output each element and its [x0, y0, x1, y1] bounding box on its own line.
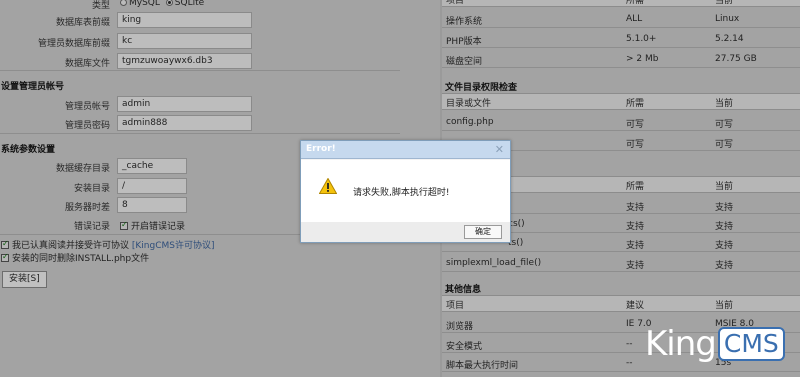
db-file-label: 数据库文件 [64, 59, 110, 69]
warning-icon [319, 178, 337, 194]
logo-text-cms: CMS [717, 327, 785, 361]
db-type-label: 类型 [91, 1, 110, 11]
dialog-titlebar[interactable]: Error! ✕ [301, 141, 510, 159]
admin-prefix-input[interactable]: kc [117, 33, 252, 49]
env-col-current: 当前 [715, 0, 734, 6]
error-log-checkbox-label: 开启错误记录 [131, 222, 186, 232]
admin-prefix-row: 管理员数据库前缀 kc [0, 32, 440, 50]
other-info-title: 其他信息 [445, 285, 482, 295]
dialog-footer: 确定 [301, 222, 510, 242]
ok-button[interactable]: 确定 [464, 225, 502, 239]
sqlite-radio-label: SQLite [174, 0, 205, 8]
kingcms-logo: King CMS [645, 322, 785, 366]
dialog-message: 请求失败,脚本执行超时! [353, 188, 450, 198]
db-file-input[interactable]: tgmzuwoaywx6.db3 [117, 53, 252, 69]
license-link[interactable]: [KingCMS许可协议] [132, 241, 215, 251]
table-row: simplexml_load_file() 支持 支持 [442, 254, 800, 272]
cache-dir-label: 数据缓存目录 [55, 164, 110, 174]
agree-checkbox[interactable] [1, 239, 9, 249]
agree-text: 我已认真阅读并接受许可协议 [12, 241, 130, 251]
env-table-header: 项目 所需 当前 [442, 0, 800, 7]
db-file-row: 数据库文件 tgmzuwoaywx6.db3 [0, 52, 440, 70]
delete-install-row: 安装的同时删除INSTALL.php文件 [1, 251, 149, 264]
admin-password-row: 管理员密码 admin888 [0, 114, 440, 132]
table-row: 磁盘空间 > 2 Mb 27.75 GB [442, 50, 800, 68]
delete-install-checkbox[interactable] [1, 252, 9, 262]
table-prefix-label: 数据库表前缀 [55, 18, 110, 28]
error-log-label: 错误记录 [73, 222, 110, 232]
dialog-title: Error! [306, 144, 336, 154]
perms-title: 文件目录权限检查 [445, 83, 518, 93]
mysql-radio-label: MySQL [129, 0, 160, 8]
perms-table-header: 目录或文件 所需 当前 [442, 93, 800, 110]
cache-dir-input[interactable]: _cache [117, 158, 187, 174]
close-icon[interactable]: ✕ [495, 143, 504, 156]
install-dir-input[interactable]: / [117, 178, 187, 194]
admin-password-label: 管理员密码 [64, 121, 110, 131]
env-col-item: 项目 [446, 0, 465, 6]
mysql-radio[interactable] [120, 0, 127, 6]
env-col-required: 所需 [626, 0, 645, 6]
table-row: config.php 可写 可写 [442, 113, 800, 131]
error-dialog: Error! ✕ 请求失败,脚本执行超时! 确定 [300, 140, 511, 243]
dialog-body: 请求失败,脚本执行超时! [301, 160, 510, 222]
timezone-input[interactable]: 8 [117, 197, 187, 213]
admin-account-row: 管理员帐号 admin [0, 95, 440, 113]
table-prefix-row: 数据库表前缀 king [0, 11, 440, 29]
install-button[interactable]: 安装[S] [2, 271, 47, 288]
error-log-checkbox[interactable] [120, 220, 128, 230]
admin-account-label: 管理员帐号 [64, 102, 110, 112]
delete-install-text: 安装的同时删除INSTALL.php文件 [12, 254, 150, 264]
table-prefix-input[interactable]: king [117, 12, 252, 28]
divider [0, 133, 400, 134]
divider [0, 70, 400, 71]
admin-account-input[interactable]: admin [117, 96, 252, 112]
admin-section-title: 设置管理员帐号 [1, 82, 65, 92]
admin-password-input[interactable]: admin888 [117, 115, 252, 131]
admin-prefix-label: 管理员数据库前缀 [37, 39, 110, 49]
other-table-header: 项目 建议 当前 [442, 295, 800, 312]
table-row: 操作系统 ALL Linux [442, 10, 800, 28]
sqlite-radio[interactable] [165, 0, 173, 6]
agree-row: 我已认真阅读并接受许可协议 [KingCMS许可协议] [1, 238, 215, 251]
logo-text-king: King [645, 324, 717, 364]
timezone-label: 服务器时差 [64, 203, 110, 213]
install-dir-label: 安装目录 [73, 184, 110, 194]
table-row: PHP版本 5.1.0+ 5.2.14 [442, 30, 800, 48]
sys-section-title: 系统参数设置 [1, 145, 56, 155]
